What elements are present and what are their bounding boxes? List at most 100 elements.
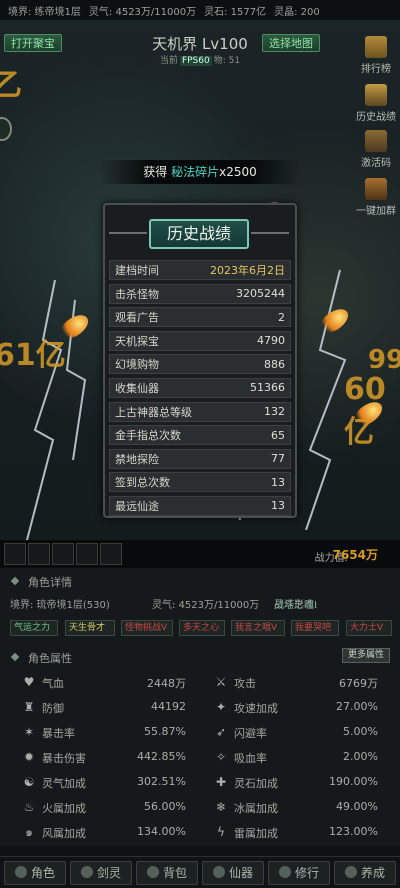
side-history[interactable]: 历史战绩 <box>354 84 398 123</box>
damage-number: 60亿 <box>344 372 386 450</box>
reward-amount: x2500 <box>219 165 257 179</box>
crit-damage-icon: ✹ <box>23 750 35 764</box>
attr-item: ♜ 防御 44192 <box>22 697 186 719</box>
attr-label: 雷属加成 <box>234 827 278 840</box>
nav-growth[interactable]: 养成 <box>334 861 396 885</box>
side-group[interactable]: 一键加群 <box>354 178 398 217</box>
fps-tag: FPS60 <box>179 56 212 66</box>
stat-value: 886 <box>264 357 285 371</box>
nav-sword-spirit[interactable]: 剑灵 <box>70 861 132 885</box>
nav-bag[interactable]: 背包 <box>136 861 198 885</box>
sword-icon: ⚔ <box>215 675 227 689</box>
attr-item: ♨ 火属加成 56.00% <box>22 797 186 819</box>
char-form-value: 灵塔之魂I <box>274 600 317 611</box>
lifesteal-icon: ✧ <box>215 750 227 764</box>
char-qi: 灵气: 4523万/11000万 <box>152 600 260 611</box>
attr-item: ✹ 暴击伤害 442.85% <box>22 747 186 769</box>
more-attributes-button[interactable]: 更多属性 <box>341 648 390 663</box>
talent-tag[interactable]: 怪物挑战V <box>121 620 173 636</box>
stat-label: 签到总次数 <box>115 476 170 490</box>
spirit-text: 灵晶: 200 <box>274 6 320 18</box>
attrs-title: 角色属性 <box>28 652 72 665</box>
stat-label: 上古神器总等级 <box>115 405 192 419</box>
attr-value: 56.00% <box>144 800 186 813</box>
history-title: 历史战绩 <box>109 219 289 249</box>
attr-value: 27.00% <box>336 700 378 713</box>
stat-row: 击杀怪物 3205244 <box>109 283 291 304</box>
nav-label: 养成 <box>360 866 385 880</box>
talent-tag[interactable]: 我言之唱V <box>231 620 285 636</box>
rank-icon <box>365 36 387 58</box>
side-rank-label: 排行榜 <box>361 64 391 75</box>
history-stats: 建档时间 2023年6月2日 击杀怪物 3205244 观看广告 2 天机探宝 4790… <box>109 260 291 520</box>
stat-row: 金手指总次数 65 <box>109 425 291 446</box>
attr-label: 暴击伤害 <box>42 752 86 765</box>
attr-value: 442.85% <box>137 750 186 763</box>
attr-label: 灵气加成 <box>42 777 86 790</box>
heart-icon: ♥ <box>23 675 35 689</box>
nav-artifact[interactable]: 仙器 <box>202 861 264 885</box>
side-rank[interactable]: 排行榜 <box>354 36 398 75</box>
attr-value: 190.00% <box>329 775 378 788</box>
stat-value: 3205244 <box>236 287 285 301</box>
attr-value: 5.00% <box>343 725 378 738</box>
attr-item: ⚔ 攻击 6769万 <box>214 672 378 694</box>
wind-icon: ๑ <box>25 825 33 839</box>
fps-line: 当前 FPS60 物: 51 <box>0 53 400 66</box>
details-header: 角色详情 <box>0 572 400 590</box>
stat-label: 幻境购物 <box>115 358 159 372</box>
attr-item: ✚ 灵石加成 190.00% <box>214 772 378 794</box>
growth-icon <box>344 866 357 878</box>
talent-tag[interactable]: 天生骨才 <box>65 620 115 636</box>
resource-bar: 境界: 练帝境1层 灵气: 4523万/11000万 灵石: 1577亿 灵晶:… <box>0 0 400 20</box>
history-icon <box>365 84 387 106</box>
realm-text: 境界: 练帝境1层 <box>8 6 81 18</box>
skill-slot[interactable] <box>28 543 50 565</box>
fps-prefix: 当前 <box>159 56 178 66</box>
skill-slot[interactable] <box>100 543 122 565</box>
qi-text: 灵气: 4523万/11000万 <box>88 6 197 18</box>
attr-label: 闪避率 <box>234 727 267 740</box>
power-value: 7654万 <box>332 548 378 562</box>
character-panel: 角色详情 境界: 琉帝境1层(530) 灵气: 4523万/11000万 战斗形… <box>0 568 400 846</box>
talent-tag[interactable]: 多天之心 <box>179 620 225 636</box>
attr-item: ☯ 灵气加成 302.51% <box>22 772 186 794</box>
dodge-icon: ➶ <box>215 725 227 739</box>
map-title: 天机界 Lv100 <box>152 35 248 53</box>
group-icon <box>365 178 387 200</box>
talent-tag[interactable]: 气运之力 <box>10 620 58 636</box>
attr-item: ✶ 暴击率 55.87% <box>22 722 186 744</box>
nav-character[interactable]: 角色 <box>4 861 66 885</box>
details-title: 角色详情 <box>28 576 72 589</box>
skill-slot[interactable] <box>52 543 74 565</box>
stat-label: 金手指总次数 <box>115 429 181 443</box>
stat-label: 收集仙器 <box>115 381 159 395</box>
side-history-label: 历史战绩 <box>356 112 396 123</box>
stat-label: 禁地探险 <box>115 452 159 466</box>
attr-label: 暴击率 <box>42 727 75 740</box>
nav-cultivate[interactable]: 修行 <box>268 861 330 885</box>
skill-slot[interactable] <box>76 543 98 565</box>
stat-row: 最远仙途 13 <box>109 495 291 516</box>
reward-item: 秘法碎片 <box>171 165 220 179</box>
stat-value: 13 <box>271 475 285 489</box>
stat-value: 65 <box>271 428 285 442</box>
attrs-header: 角色属性 <box>0 648 400 666</box>
talent-tag[interactable]: 大力士V <box>346 620 392 636</box>
skill-slot[interactable] <box>4 543 26 565</box>
talent-tag[interactable]: 我要哭吧 <box>291 620 339 636</box>
bag-icon <box>146 866 159 878</box>
thunder-icon: ϟ <box>217 825 225 839</box>
diamond-icon <box>10 652 20 662</box>
side-code-label: 激活码 <box>361 158 391 169</box>
history-panel: 历史战绩 建档时间 2023年6月2日 击杀怪物 3205244 观看广告 2 天机探… <box>103 203 297 518</box>
attr-value: 134.00% <box>137 825 186 838</box>
attr-value: 2.00% <box>343 750 378 763</box>
attr-item: ➶ 闪避率 5.00% <box>214 722 378 744</box>
stat-row: 幻境购物 886 <box>109 354 291 375</box>
char-realm: 境界: 琉帝境1层(530) <box>10 600 110 611</box>
nav-label: 剑灵 <box>96 866 121 880</box>
fire-icon: ♨ <box>23 800 35 814</box>
side-code[interactable]: 激活码 <box>354 130 398 169</box>
stat-label: 最远仙途 <box>115 499 159 513</box>
